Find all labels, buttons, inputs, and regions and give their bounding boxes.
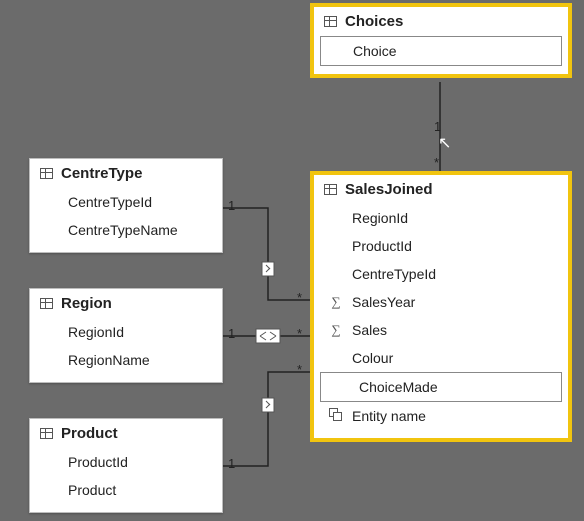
table-title: SalesJoined: [345, 181, 433, 198]
sigma-icon: ∑: [328, 292, 344, 312]
cursor-icon: ↖: [438, 133, 451, 153]
table-title: Region: [61, 295, 112, 312]
table-icon: [40, 428, 53, 439]
table-product[interactable]: Product ProductId Product: [29, 418, 223, 513]
table-centretype[interactable]: CentreType CentreTypeId CentreTypeName: [29, 158, 223, 253]
table-choices[interactable]: Choices Choice: [313, 6, 569, 75]
table-header: Product: [30, 419, 222, 446]
field-salesyear[interactable]: ∑SalesYear: [314, 288, 568, 316]
table-salesjoined[interactable]: SalesJoined RegionId ProductId CentreTyp…: [313, 174, 569, 439]
hierarchy-icon: [328, 406, 344, 426]
cardinality-choices-one: 1: [434, 119, 441, 134]
cardinality-product-many: *: [297, 362, 302, 377]
field-colour[interactable]: Colour: [314, 344, 568, 372]
field-choice[interactable]: Choice: [320, 36, 562, 66]
table-region[interactable]: Region RegionId RegionName: [29, 288, 223, 383]
field-regionid[interactable]: RegionId: [30, 318, 222, 346]
field-centretypeid[interactable]: CentreTypeId: [30, 188, 222, 216]
cardinality-centretype-one: 1: [228, 198, 235, 213]
field-sales[interactable]: ∑Sales: [314, 316, 568, 344]
field-product[interactable]: Product: [30, 476, 222, 504]
field-choicemade[interactable]: ChoiceMade: [320, 372, 562, 402]
cardinality-region-one: 1: [228, 326, 235, 341]
cardinality-product-one: 1: [228, 456, 235, 471]
field-regionid[interactable]: RegionId: [314, 204, 568, 232]
table-title: Product: [61, 425, 118, 442]
table-icon: [324, 184, 337, 195]
field-productid[interactable]: ProductId: [314, 232, 568, 260]
field-regionname[interactable]: RegionName: [30, 346, 222, 374]
field-productid[interactable]: ProductId: [30, 448, 222, 476]
table-title: Choices: [345, 13, 403, 30]
field-entityname[interactable]: Entity name: [314, 402, 568, 430]
table-icon: [40, 298, 53, 309]
table-header: Region: [30, 289, 222, 316]
cardinality-region-many: *: [297, 326, 302, 341]
sigma-icon: ∑: [328, 320, 344, 340]
cardinality-sales-many-top: *: [434, 155, 439, 170]
table-icon: [40, 168, 53, 179]
cardinality-centretype-many: *: [297, 290, 302, 305]
table-icon: [324, 16, 337, 27]
table-header: CentreType: [30, 159, 222, 186]
table-header: Choices: [314, 7, 568, 34]
field-centretypeid[interactable]: CentreTypeId: [314, 260, 568, 288]
table-title: CentreType: [61, 165, 142, 182]
field-centretypename[interactable]: CentreTypeName: [30, 216, 222, 244]
table-header: SalesJoined: [314, 175, 568, 202]
